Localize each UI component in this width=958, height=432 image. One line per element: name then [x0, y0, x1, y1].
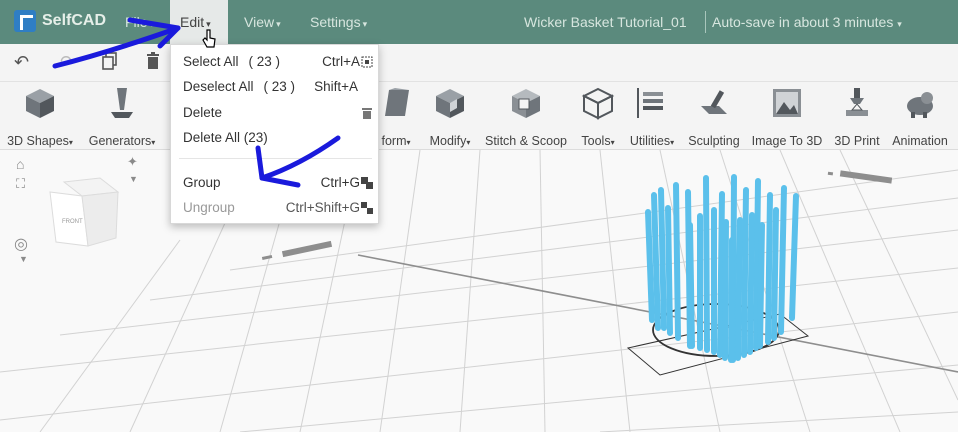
tool-generators-label: Generators — [88, 134, 152, 148]
tool-generators[interactable]: Generators▾ — [82, 86, 162, 148]
modify-icon — [436, 89, 464, 118]
select-all-shortcut: Ctrl+A — [322, 54, 360, 69]
menu-view[interactable]: View ▾ — [234, 0, 291, 44]
viewport-scene — [0, 150, 958, 432]
document-title[interactable]: Wicker Basket Tutorial_01 — [524, 0, 687, 44]
select-all-label: Select All — [183, 54, 239, 69]
view-cube-face-label: FRONT — [62, 219, 83, 225]
view-cube[interactable]: FRONT — [48, 176, 122, 248]
tool-modify-label: Modify — [429, 134, 467, 148]
tools-icon — [581, 87, 615, 120]
menu-settings[interactable]: Settings ▾ — [300, 0, 377, 44]
target-icon[interactable]: ◎ — [14, 234, 28, 254]
menu-separator — [179, 158, 372, 159]
cube-icon — [26, 89, 54, 118]
menu-item-group[interactable]: Group Ctrl+G — [171, 171, 380, 195]
pointer-cursor-icon — [202, 29, 216, 48]
tool-3d-shapes-label: 3D Shapes — [7, 134, 69, 148]
transform-icon — [385, 88, 409, 116]
light-icon[interactable]: ✦ — [127, 154, 138, 170]
delete-all-label: Delete All (23) — [183, 130, 268, 145]
menu-settings-label: Settings — [310, 14, 361, 30]
tool-image-to-3d[interactable]: Image To 3D — [747, 86, 827, 148]
tool-image-to-3d-label: Image To 3D — [751, 134, 823, 148]
tool-tools[interactable]: Tools▾ — [575, 86, 621, 148]
tool-stitch-scoop-label: Stitch & Scoop — [485, 134, 567, 148]
redo-icon[interactable]: ↷ — [60, 52, 75, 73]
select-all-icon — [361, 56, 373, 68]
tool-sculpting[interactable]: Sculpting — [684, 86, 744, 148]
ungroup-icon — [361, 202, 373, 214]
light-caret-icon[interactable]: ▼ — [129, 174, 138, 184]
menu-view-label: View — [244, 14, 275, 30]
menu-item-ungroup[interactable]: Ungroup Ctrl+Shift+G — [171, 196, 380, 220]
deselect-all-label: Deselect All — [183, 79, 254, 94]
group-shortcut: Ctrl+G — [320, 175, 360, 190]
autosave-status[interactable]: Auto-save in about 3 minutes ▾ — [705, 11, 902, 33]
deselect-all-count: ( 23 ) — [263, 79, 296, 94]
menu-item-delete[interactable]: Delete — [171, 101, 380, 125]
tool-modify[interactable]: Modify▾ — [424, 86, 476, 148]
tool-3d-print-label: 3D Print — [834, 134, 880, 148]
tool-sculpting-label: Sculpting — [688, 134, 740, 148]
copy-icon[interactable] — [102, 52, 118, 75]
menu-item-select-all[interactable]: Select All ( 23 ) Ctrl+A — [171, 50, 380, 74]
undo-icon[interactable]: ↶ — [14, 52, 29, 73]
tool-tools-label: Tools — [581, 134, 611, 148]
select-all-count: ( 23 ) — [248, 54, 281, 69]
deselect-all-shortcut: Shift+A — [314, 79, 358, 94]
menu-edit[interactable]: Edit ▾ — [170, 0, 228, 44]
ground-grid — [0, 150, 958, 432]
group-icon — [361, 177, 373, 189]
main-toolbar: 3D Shapes▾ Generators▾ form▾ Modify▾ Sti… — [0, 82, 958, 150]
selfcad-logo[interactable]: SelfCAD — [14, 10, 106, 32]
utilities-icon — [637, 88, 663, 118]
target-caret-icon[interactable]: ▼ — [19, 254, 28, 264]
menu-item-deselect-all[interactable]: Deselect All ( 23 ) Shift+A — [171, 75, 380, 99]
menu-item-delete-all[interactable]: Delete All (23) — [171, 126, 380, 150]
image-icon — [773, 89, 801, 117]
viewport-canvas[interactable]: ⌂ ⛶ ✦ ▼ ◎ ▼ FRONT — [0, 150, 958, 432]
action-bar: ↶ ↷ — [0, 44, 958, 82]
generator-icon — [111, 88, 133, 118]
printer-icon — [846, 88, 868, 116]
tool-stitch-scoop[interactable]: Stitch & Scoop — [481, 86, 571, 148]
wicker-basket-model — [645, 174, 799, 363]
stitch-scoop-icon — [512, 89, 540, 118]
group-label: Group — [183, 175, 221, 190]
menu-file[interactable]: File ▾ — [115, 0, 164, 44]
sculpting-icon — [701, 90, 727, 114]
trash-icon[interactable] — [146, 52, 160, 75]
ungroup-shortcut: Ctrl+Shift+G — [285, 200, 360, 215]
tool-utilities[interactable]: Utilities▾ — [623, 86, 681, 148]
home-icon[interactable]: ⌂ — [16, 156, 24, 172]
edit-dropdown-menu: Select All ( 23 ) Ctrl+A Deselect All ( 23… — [170, 44, 379, 224]
tool-3d-shapes[interactable]: 3D Shapes▾ — [2, 86, 78, 148]
tool-3d-print[interactable]: 3D Print — [830, 86, 884, 148]
animation-icon — [907, 92, 933, 118]
menu-edit-label: Edit — [180, 14, 205, 30]
ungroup-label: Ungroup — [183, 200, 235, 215]
tool-transform-label: form — [381, 134, 407, 148]
tool-utilities-label: Utilities — [629, 134, 671, 148]
fit-icon[interactable]: ⛶ — [16, 176, 25, 192]
tool-animation-label: Animation — [892, 134, 948, 148]
top-menu-bar: SelfCAD File ▾ Edit ▾ View ▾ Settings ▾ Wick… — [0, 0, 958, 44]
delete-label: Delete — [183, 105, 223, 120]
delete-trash-icon — [362, 108, 372, 119]
app-name: SelfCAD — [42, 12, 107, 29]
logo-icon — [14, 10, 36, 32]
autosave-label: Auto-save in about 3 minutes — [712, 14, 894, 30]
tool-animation[interactable]: Animation — [886, 86, 954, 148]
menu-file-label: File — [125, 14, 148, 30]
